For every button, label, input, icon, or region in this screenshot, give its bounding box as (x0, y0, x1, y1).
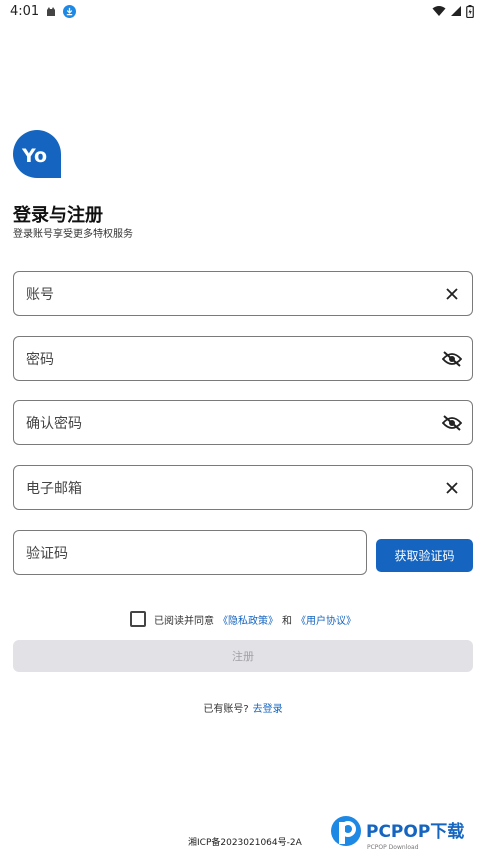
email-field[interactable]: 电子邮箱 (13, 465, 473, 510)
wifi-icon (432, 6, 446, 16)
status-time: 4:01 (10, 3, 40, 19)
account-field[interactable]: 账号 (13, 271, 473, 316)
status-right (432, 4, 474, 18)
agreement-prefix: 已阅读并同意 (154, 615, 214, 627)
privacy-policy-link[interactable]: 《隐私政策》 (218, 612, 278, 627)
password-field[interactable]: 密码 (13, 336, 473, 381)
page-subtitle: 登录账号享受更多特权服务 (13, 229, 133, 240)
watermark-sub: PCPOP Download (367, 844, 419, 851)
account-field-label: 账号 (26, 286, 54, 303)
agreement-and: 和 (282, 615, 292, 627)
status-left: 4:01 (10, 3, 77, 19)
app-logo: Yo (13, 130, 61, 178)
email-field-label: 电子邮箱 (26, 480, 82, 497)
eye-off-icon[interactable] (442, 349, 462, 369)
icp-footer: 湘ICP备2023021064号-2A (188, 838, 302, 848)
confirm-password-field[interactable]: 确认密码 (13, 400, 473, 445)
clear-icon[interactable] (442, 478, 462, 498)
login-prompt: 已有账号? 去登录 (0, 700, 486, 715)
app-logo-text: Yo (21, 145, 47, 167)
pcpop-watermark: PCPOP下载 PCPOP Download (331, 816, 464, 851)
android-notification-icon (47, 7, 56, 16)
agreement-row: 已阅读并同意 《隐私政策》 和 《用户协议》 (0, 611, 486, 627)
get-code-button[interactable]: 获取验证码 (376, 539, 473, 572)
password-field-label: 密码 (26, 351, 54, 368)
agreement-checkbox[interactable] (130, 611, 146, 627)
user-agreement-link[interactable]: 《用户协议》 (296, 612, 356, 627)
go-login-link[interactable]: 去登录 (253, 700, 283, 715)
watermark-brand: PCPOP下载 (366, 821, 464, 842)
confirm-password-field-label: 确认密码 (26, 415, 82, 432)
register-button[interactable]: 注册 (13, 640, 473, 672)
download-icon (63, 4, 77, 18)
clear-icon[interactable] (442, 284, 462, 304)
status-bar: 4:01 (0, 0, 486, 22)
verification-code-field[interactable]: 验证码 (13, 530, 367, 575)
login-prompt-text: 已有账号? (203, 704, 249, 715)
signal-icon (451, 6, 461, 16)
eye-off-icon[interactable] (442, 413, 462, 433)
battery-icon (466, 4, 474, 18)
page-title: 登录与注册 (13, 205, 103, 226)
verification-code-field-label: 验证码 (26, 545, 68, 562)
